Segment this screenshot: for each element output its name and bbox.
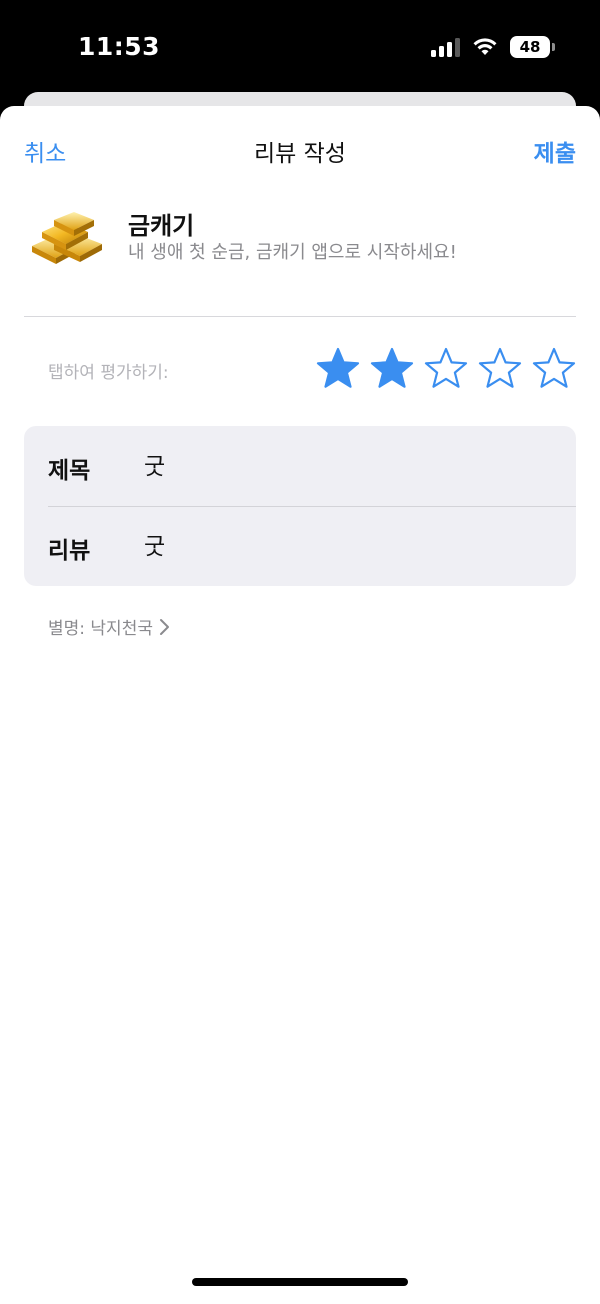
status-bar: 11:53 48 <box>0 0 600 96</box>
signal-icon <box>431 37 460 57</box>
wifi-icon <box>473 38 497 55</box>
title-input[interactable] <box>144 451 544 477</box>
submit-button[interactable]: 제출 <box>534 134 576 168</box>
review-form: 제목 리뷰 <box>24 426 576 586</box>
star-empty-icon[interactable] <box>424 346 468 390</box>
review-label: 리뷰 <box>48 538 91 564</box>
battery-icon: 48 <box>510 36 555 58</box>
app-header: 금캐기 내 생애 첫 순금, 금캐기 앱으로 시작하세요! <box>24 198 576 278</box>
app-subtitle: 내 생애 첫 순금, 금캐기 앱으로 시작하세요! <box>128 242 457 263</box>
title-label: 제목 <box>48 458 91 484</box>
star-empty-icon[interactable] <box>532 346 576 390</box>
review-input[interactable] <box>144 531 544 557</box>
nickname-text: 별명: 낙지천국 <box>48 619 153 639</box>
status-icons: 48 <box>431 36 555 58</box>
star-rating <box>316 346 576 390</box>
star-empty-icon[interactable] <box>478 346 522 390</box>
review-sheet: 취소 리뷰 작성 제출 금캐기 내 생애 첫 순금, 금캐기 앱으로 시작하세요… <box>0 106 600 1304</box>
star-filled-icon[interactable] <box>370 346 414 390</box>
chevron-right-icon <box>159 618 169 635</box>
divider <box>24 316 576 317</box>
rating-label: 탭하여 평가하기: <box>48 363 169 383</box>
status-time: 11:53 <box>78 32 161 61</box>
home-indicator <box>192 1278 408 1286</box>
nickname-link[interactable]: 별명: 낙지천국 <box>48 614 171 639</box>
app-name: 금캐기 <box>128 212 195 240</box>
star-filled-icon[interactable] <box>316 346 360 390</box>
battery-level: 48 <box>519 38 541 56</box>
nav-bar: 취소 리뷰 작성 제출 <box>0 106 600 192</box>
page-title: 리뷰 작성 <box>254 141 346 167</box>
review-row[interactable]: 리뷰 <box>24 506 576 586</box>
gold-bars-icon <box>32 212 102 264</box>
title-row[interactable]: 제목 <box>24 426 576 506</box>
